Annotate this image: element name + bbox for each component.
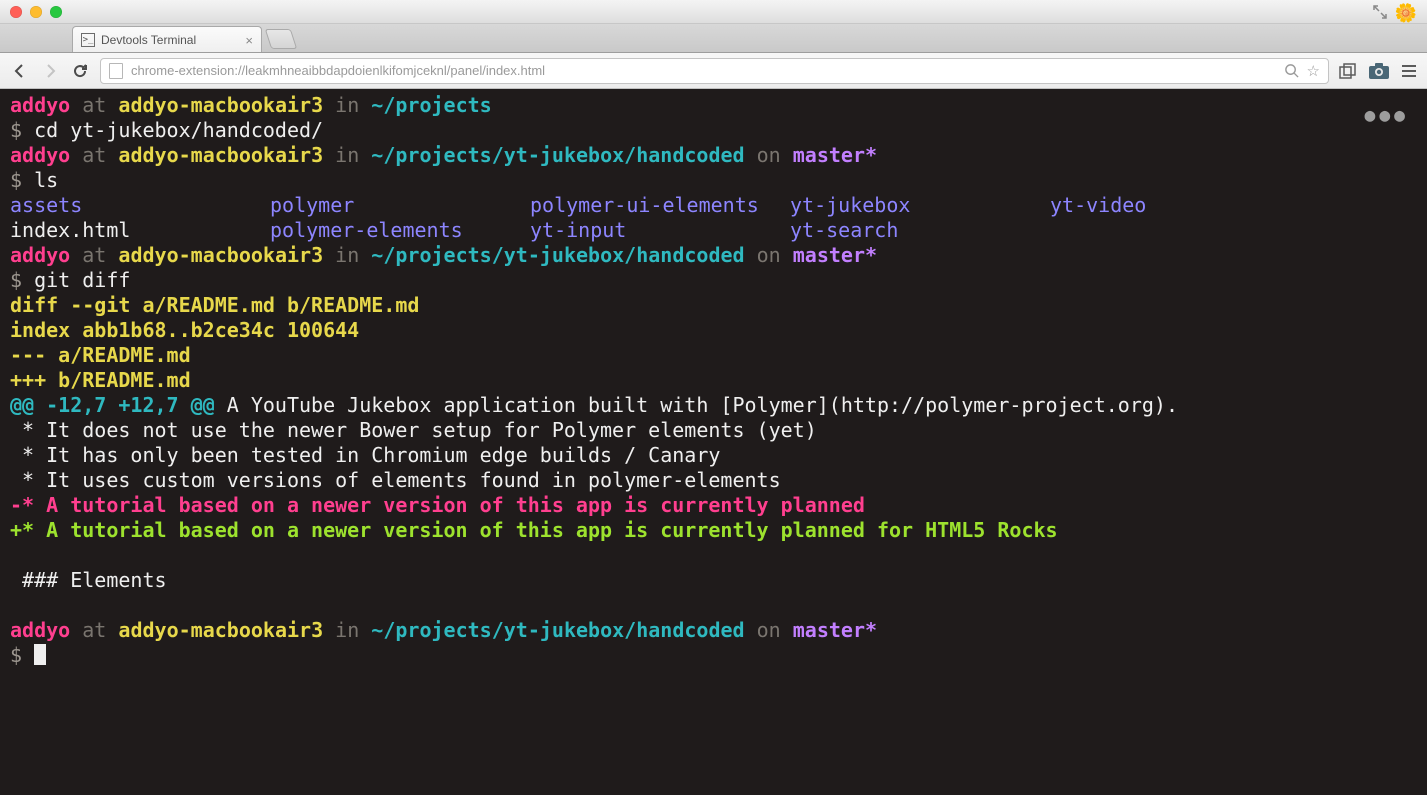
terminal-viewport[interactable]: ●●● addyo at addyo-macbookair3 in ~/proj… xyxy=(0,89,1427,795)
diff-context: * It does not use the newer Bower setup … xyxy=(10,418,1417,443)
diff-removed: -* A tutorial based on a newer version o… xyxy=(10,493,1417,518)
zoom-window-button[interactable] xyxy=(50,6,62,18)
diff-added: +* A tutorial based on a newer version o… xyxy=(10,518,1417,543)
tab-title: Devtools Terminal xyxy=(101,33,196,47)
prompt-line: addyo at addyo-macbookair3 in ~/projects… xyxy=(10,243,1417,268)
diff-header: index abb1b68..b2ce34c 100644 xyxy=(10,318,1417,343)
forward-button[interactable] xyxy=(40,61,60,81)
address-bar[interactable]: chrome-extension://leakmhneaibbdapdoienl… xyxy=(100,58,1329,84)
reload-button[interactable] xyxy=(70,61,90,81)
overflow-ellipsis-icon[interactable]: ●●● xyxy=(1364,103,1409,128)
diff-context: ### Elements xyxy=(10,568,1417,593)
diff-header: +++ b/README.md xyxy=(10,368,1417,393)
command-line-active[interactable]: $ xyxy=(10,643,1417,668)
flower-icon: 🌼 xyxy=(1395,3,1417,24)
command-line: $ cd yt-jukebox/handcoded/ xyxy=(10,118,1417,143)
command-line: $ git diff xyxy=(10,268,1417,293)
search-icon[interactable] xyxy=(1284,63,1299,78)
window-titlebar: 🌼 xyxy=(0,0,1427,24)
diff-header: --- a/README.md xyxy=(10,343,1417,368)
diff-hunk: @@ -12,7 +12,7 @@ A YouTube Jukebox appl… xyxy=(10,393,1417,418)
expand-icon[interactable] xyxy=(1373,5,1387,19)
traffic-lights xyxy=(10,6,62,18)
prompt-line: addyo at addyo-macbookair3 in ~/projects… xyxy=(10,143,1417,168)
diff-context: * It has only been tested in Chromium ed… xyxy=(10,443,1417,468)
prompt-line: addyo at addyo-macbookair3 in ~/projects xyxy=(10,93,1417,118)
tab-strip: >_ Devtools Terminal × xyxy=(0,24,1427,53)
camera-icon[interactable] xyxy=(1369,63,1389,79)
url-text: chrome-extension://leakmhneaibbdapdoienl… xyxy=(131,63,545,78)
tab-close-icon[interactable]: × xyxy=(245,33,253,48)
diff-context: * It uses custom versions of elements fo… xyxy=(10,468,1417,493)
close-window-button[interactable] xyxy=(10,6,22,18)
diff-blank xyxy=(10,593,1417,618)
browser-tab[interactable]: >_ Devtools Terminal × xyxy=(72,26,262,52)
tab-overlap-icon[interactable] xyxy=(1339,63,1357,79)
cursor xyxy=(34,644,46,665)
page-icon xyxy=(109,63,123,79)
ls-output: assets polymer polymer-ui-elements yt-ju… xyxy=(10,193,1417,243)
minimize-window-button[interactable] xyxy=(30,6,42,18)
browser-toolbar: chrome-extension://leakmhneaibbdapdoienl… xyxy=(0,53,1427,89)
new-tab-button[interactable] xyxy=(265,29,297,49)
diff-header: diff --git a/README.md b/README.md xyxy=(10,293,1417,318)
diff-blank xyxy=(10,543,1417,568)
bookmark-star-icon[interactable]: ☆ xyxy=(1307,62,1320,80)
back-button[interactable] xyxy=(10,61,30,81)
prompt-line: addyo at addyo-macbookair3 in ~/projects… xyxy=(10,618,1417,643)
command-line: $ ls xyxy=(10,168,1417,193)
menu-icon[interactable] xyxy=(1401,64,1417,78)
tab-favicon-terminal-icon: >_ xyxy=(81,33,95,47)
